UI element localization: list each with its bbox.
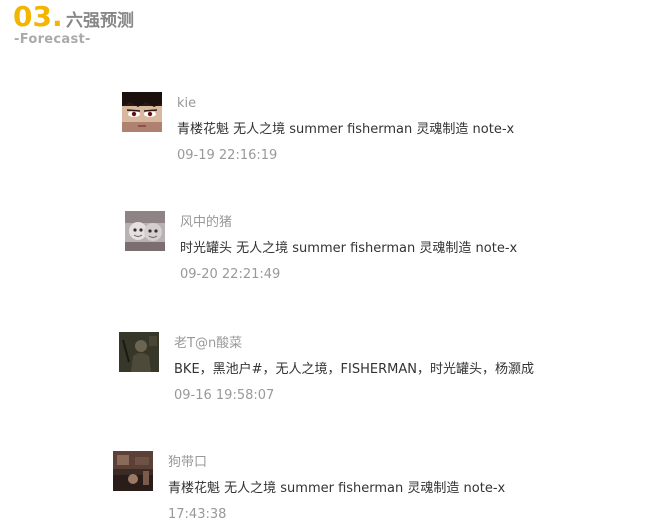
avatar[interactable]	[113, 451, 153, 491]
manga-face-avatar-icon	[122, 92, 162, 132]
comment-item: kie 青楼花魁 无人之境 summer fisherman 灵魂制造 note…	[122, 92, 602, 172]
comment-time: 09-20 22:21:49	[180, 267, 281, 282]
comment-time: 17:43:38	[168, 507, 227, 522]
dark-photo-avatar-icon	[119, 332, 159, 372]
comment-text: 青楼花魁 无人之境 summer fisherman 灵魂制造 note-x	[168, 481, 506, 496]
comment-time: 09-16 19:58:07	[174, 388, 275, 403]
comment-text: 青楼花魁 无人之境 summer fisherman 灵魂制造 note-x	[177, 122, 515, 137]
comment-author[interactable]: 狗带口	[168, 454, 207, 471]
comment-item: 风中的猪 时光罐头 无人之境 summer fisherman 灵魂制造 not…	[125, 211, 605, 291]
room-photo-avatar-icon	[113, 451, 153, 491]
section-number: 03.	[13, 0, 63, 33]
comment-item: 狗带口 青楼花魁 无人之境 summer fisherman 灵魂制造 note…	[113, 451, 593, 531]
section-title: 六强预测	[66, 11, 134, 31]
avatar[interactable]	[119, 332, 159, 372]
section-header: 03. 六强预测 -Forecast-	[13, 0, 213, 50]
masked-faces-avatar-icon	[125, 211, 165, 251]
comment-item: 老T@n酸菜 BKE，黑池户#，无人之境，FISHERMAN，时光罐头，杨灏成 …	[119, 332, 599, 412]
avatar[interactable]	[122, 92, 162, 132]
section-subtitle: -Forecast-	[14, 32, 91, 47]
comment-author[interactable]: 老T@n酸菜	[174, 335, 242, 352]
comment-author[interactable]: kie	[177, 95, 196, 112]
comment-time: 09-19 22:16:19	[177, 148, 278, 163]
avatar[interactable]	[125, 211, 165, 251]
comment-author[interactable]: 风中的猪	[180, 214, 232, 231]
comment-text: BKE，黑池户#，无人之境，FISHERMAN，时光罐头，杨灏成	[174, 362, 534, 377]
comment-text: 时光罐头 无人之境 summer fisherman 灵魂制造 note-x	[180, 241, 518, 256]
